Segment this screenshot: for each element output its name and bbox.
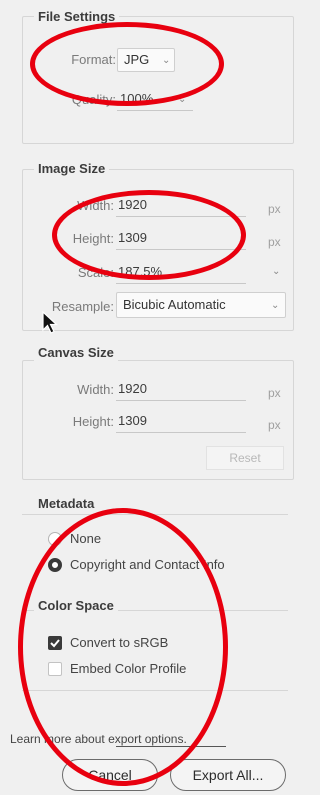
chevron-down-icon: ⌄ — [271, 300, 280, 311]
annotation-oval-format — [30, 22, 224, 106]
image-width-unit: px — [268, 202, 281, 216]
annotation-oval-height — [52, 190, 246, 280]
annotation-oval-color — [18, 508, 228, 786]
canvas-height-label: Height: — [72, 414, 114, 429]
metadata-legend: Metadata — [34, 496, 99, 512]
canvas-width-label: Width: — [77, 382, 114, 397]
canvas-width-underline — [116, 400, 246, 401]
mouse-pointer-icon — [42, 310, 59, 334]
reset-button[interactable]: Reset — [206, 446, 284, 470]
canvas-height-value[interactable]: 1309 — [118, 413, 147, 429]
image-size-legend: Image Size — [34, 161, 110, 177]
resample-dropdown[interactable]: Bicubic Automatic ⌄ — [116, 292, 286, 318]
canvas-width-value[interactable]: 1920 — [118, 381, 147, 397]
canvas-size-legend: Canvas Size — [34, 345, 118, 361]
canvas-width-unit: px — [268, 386, 281, 400]
canvas-height-underline — [116, 432, 246, 433]
quality-underline — [117, 110, 193, 111]
chevron-down-icon[interactable]: ⌄ — [272, 266, 280, 278]
image-height-unit: px — [268, 235, 281, 249]
export-all-button[interactable]: Export All... — [170, 759, 286, 791]
scale-underline — [116, 283, 246, 284]
resample-value: Bicubic Automatic — [123, 297, 226, 312]
canvas-height-unit: px — [268, 418, 281, 432]
